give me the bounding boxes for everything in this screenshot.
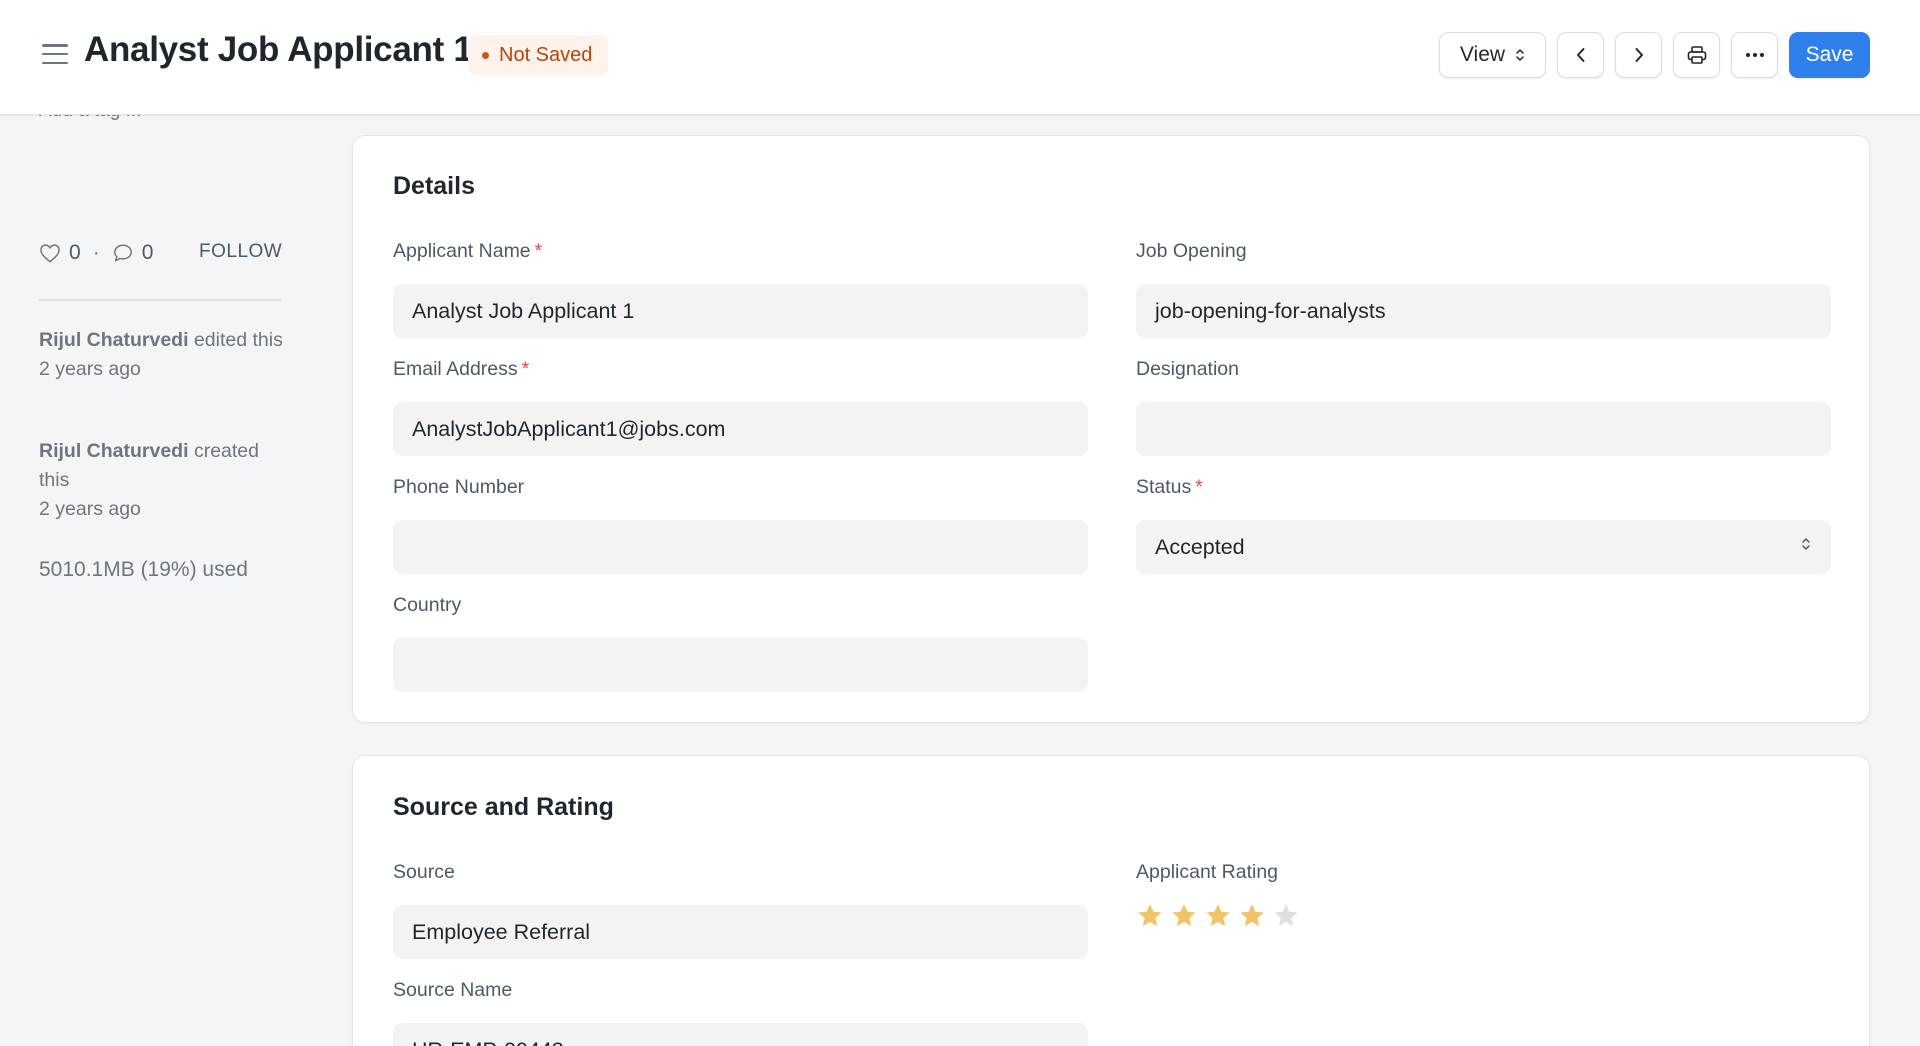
indicator-label: Not Saved <box>499 43 593 66</box>
applicant-name-field: Applicant Name * Analyst Job Applicant 1 <box>393 238 1088 338</box>
activity-item: Rijul Chaturvedi created this 2 years ag… <box>39 437 289 524</box>
indicator-dot <box>482 51 489 59</box>
field-label: Source <box>393 861 455 883</box>
activity-user[interactable]: Rijul Chaturvedi <box>39 440 189 462</box>
comment-icon[interactable] <box>112 243 134 263</box>
view-button[interactable]: View <box>1439 32 1546 78</box>
star-icon[interactable] <box>1204 901 1232 929</box>
status-value: Accepted <box>1155 534 1245 559</box>
field-label: Source Name <box>393 979 513 1001</box>
page-header: Analyst Job Applicant 1 Not Saved View S… <box>0 0 1920 115</box>
activity-time: 2 years ago <box>39 358 141 380</box>
status-select[interactable]: Accepted <box>1136 520 1831 574</box>
country-input[interactable] <box>393 638 1088 692</box>
likes-count: 0 <box>69 241 81 264</box>
sort-updown-icon <box>1515 47 1525 63</box>
phone-number-field: Phone Number <box>393 474 1088 574</box>
sidebar: Add a tag ... 0 · 0 FOLLOW Rijul Chaturv… <box>0 0 330 1046</box>
save-button[interactable]: Save <box>1789 32 1870 78</box>
job-opening-input[interactable]: job-opening-for-analysts <box>1136 284 1831 338</box>
storage-usage: 5010.1MB (19%) used <box>39 558 248 581</box>
chevron-right-icon <box>1632 46 1646 64</box>
field-label: Status * <box>1136 476 1203 498</box>
field-label: Phone Number <box>393 476 525 498</box>
source-field: Source Employee Referral <box>393 859 1088 959</box>
activity-action: edited this <box>193 329 283 351</box>
designation-input[interactable] <box>1136 402 1831 456</box>
ellipsis-icon <box>1745 52 1765 58</box>
star-icon[interactable] <box>1238 901 1266 929</box>
print-button[interactable] <box>1673 32 1720 78</box>
applicant-rating-field: Applicant Rating <box>1136 859 1831 929</box>
separator-dot: · <box>92 241 100 264</box>
view-button-label: View <box>1459 43 1506 66</box>
chevron-left-icon <box>1574 46 1588 64</box>
next-record-button[interactable] <box>1615 32 1662 78</box>
printer-icon <box>1686 45 1708 65</box>
country-field: Country <box>393 592 1088 692</box>
source-select[interactable]: Employee Referral <box>393 905 1088 959</box>
activity-item: Rijul Chaturvedi edited this 2 years ago <box>39 326 289 384</box>
star-icon[interactable] <box>1272 901 1300 929</box>
details-section: Details Applicant Name * Analyst Job Appl… <box>352 135 1870 723</box>
page-title: Analyst Job Applicant 1 <box>84 30 473 69</box>
select-arrows-icon <box>1800 534 1812 560</box>
email-address-input[interactable]: AnalystJobApplicant1@jobs.com <box>393 402 1088 456</box>
designation-field: Designation <box>1136 356 1831 456</box>
star-icon[interactable] <box>1136 901 1164 929</box>
source-name-input[interactable]: HR-EMP-00443 <box>393 1023 1088 1046</box>
phone-number-input[interactable] <box>393 520 1088 574</box>
more-actions-button[interactable] <box>1731 32 1778 78</box>
field-label: Country <box>393 594 462 616</box>
heart-icon[interactable] <box>39 243 61 263</box>
previous-record-button[interactable] <box>1557 32 1604 78</box>
status-field: Status * Accepted <box>1136 474 1831 574</box>
field-label: Applicant Rating <box>1136 861 1279 883</box>
section-title-details: Details <box>393 172 475 200</box>
not-saved-indicator: Not Saved <box>468 35 609 75</box>
field-label: Designation <box>1136 358 1239 380</box>
sidebar-divider <box>39 299 281 301</box>
activity-user[interactable]: Rijul Chaturvedi <box>39 329 189 351</box>
follow-button[interactable]: FOLLOW <box>199 241 282 263</box>
hamburger-icon[interactable] <box>42 44 68 64</box>
likes-comments-row: 0 · 0 <box>39 240 153 266</box>
activity-time: 2 years ago <box>39 498 141 520</box>
field-label: Job Opening <box>1136 240 1247 262</box>
comments-count: 0 <box>141 241 154 264</box>
source-name-field: Source Name HR-EMP-00443 <box>393 977 1088 1046</box>
star-icon[interactable] <box>1170 901 1198 929</box>
field-label: Email Address * <box>393 358 530 380</box>
source-rating-section: Source and Rating Source Employee Referr… <box>352 755 1870 1046</box>
email-address-field: Email Address * AnalystJobApplicant1@jobs… <box>393 356 1088 456</box>
star-rating[interactable] <box>1136 901 1831 929</box>
field-label: Applicant Name * <box>393 240 543 262</box>
applicant-name-input[interactable]: Analyst Job Applicant 1 <box>393 284 1088 338</box>
section-title-source-rating: Source and Rating <box>393 793 614 821</box>
job-opening-field: Job Opening job-opening-for-analysts <box>1136 238 1831 338</box>
